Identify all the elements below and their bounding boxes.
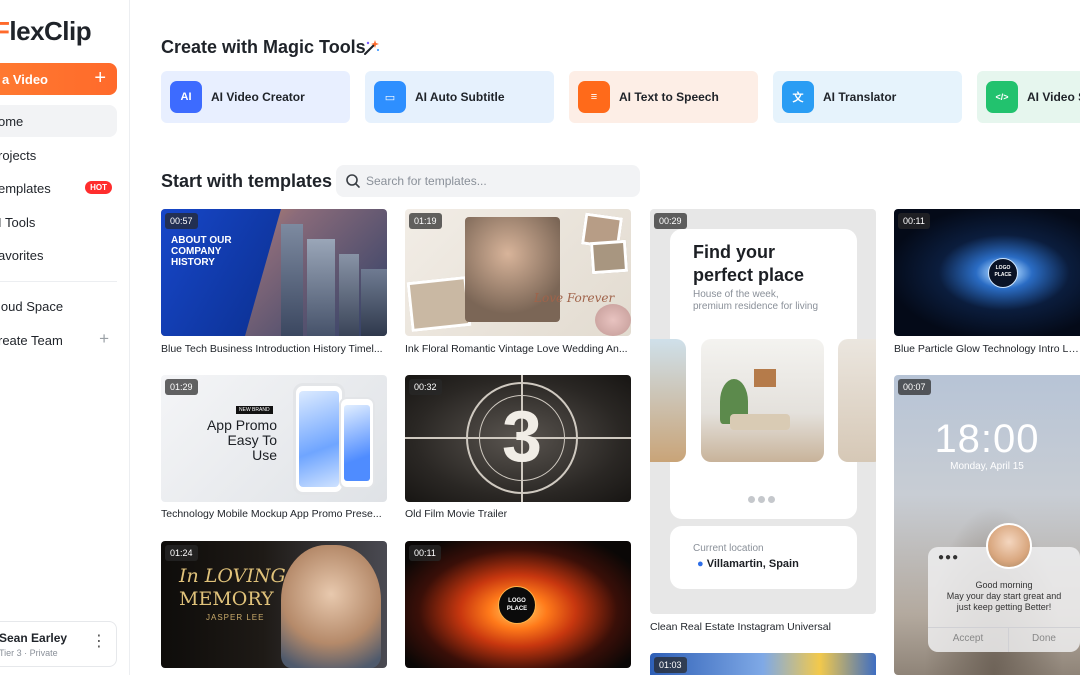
tool-label: AI Translator — [823, 90, 897, 104]
template-card-party[interactable]: 01:03 — [650, 653, 876, 675]
duration-badge: 00:29 — [654, 213, 687, 229]
tool-label: AI Text to Speech — [619, 90, 719, 104]
sidebar-item-cloud-space[interactable]: loud Space — [0, 290, 117, 322]
template-card-fire-logo[interactable]: LOGO PLACE 00:11 — [405, 541, 631, 668]
tool-ai-auto-subtitle[interactable]: ▭ AI Auto Subtitle — [365, 71, 554, 123]
add-team-icon[interactable]: + — [99, 329, 109, 349]
search-icon — [346, 174, 360, 188]
hot-badge: HOT — [85, 181, 112, 194]
thumbnail-date: Monday, April 15 — [950, 461, 1024, 472]
template-card-old-film[interactable]: 3 00:32 Old Film Movie Trailer — [405, 375, 631, 525]
sidebar-item-label: ome — [0, 113, 24, 129]
duration-badge: 00:07 — [898, 379, 931, 395]
tool-ai-translator[interactable]: 文 AI Translator — [773, 71, 962, 123]
sidebar-item-label: rojects — [0, 147, 37, 163]
template-title: Old Film Movie Trailer — [405, 508, 508, 520]
template-title: Ink Floral Romantic Vintage Love Wedding… — [405, 343, 628, 355]
subtitle-icon: ▭ — [374, 81, 406, 113]
sidebar-item-templates[interactable]: emplates HOT — [0, 172, 117, 204]
speech-icon: ≡ — [578, 81, 610, 113]
translate-icon: 文 — [782, 81, 814, 113]
thumbnail-headline: App Promo Easy To Use — [206, 417, 277, 463]
template-title: Technology Mobile Mockup App Promo Prese… — [161, 508, 382, 520]
template-title: Clean Real Estate Instagram Universal — [650, 621, 831, 633]
duration-badge: 01:24 — [165, 545, 198, 561]
flexclip-logo[interactable]: FlexClip — [0, 16, 92, 47]
sidebar-item-favorites[interactable]: avorites — [0, 239, 117, 271]
thumbnail-countdown: 3 — [501, 397, 543, 477]
thumbnail-name: JASPER LEE — [206, 613, 265, 622]
duration-badge: 00:32 — [409, 379, 442, 395]
thumbnail-accept: Accept — [952, 633, 984, 644]
thumbnail-done: Done — [1032, 633, 1056, 644]
thumbnail-tag: NEW BRAND — [236, 406, 273, 414]
more-dots-icon: ●●● — [938, 552, 960, 563]
thumbnail-location-label: Current location — [693, 543, 764, 554]
logo-initial: F — [0, 16, 10, 46]
duration-badge: 00:11 — [409, 545, 441, 561]
user-name: Sean Earley — [0, 631, 68, 645]
sidebar-item-home[interactable]: ome — [0, 105, 117, 137]
template-search-input[interactable] — [366, 165, 626, 197]
thumbnail-message: Good morning May your day start great and… — [946, 580, 1062, 612]
duration-badge: 01:29 — [165, 379, 198, 395]
logo-text: lexClip — [9, 16, 92, 46]
sidebar-item-projects[interactable]: rojects — [0, 139, 117, 171]
tool-label: AI Auto Subtitle — [415, 90, 505, 104]
magic-tools-title: Create with Magic Tools — [161, 37, 366, 57]
tool-ai-text-to-speech[interactable]: ≡ AI Text to Speech — [569, 71, 758, 123]
sidebar: FlexClip a Video + ome rojects emplates … — [0, 0, 130, 675]
tool-label: AI Video S — [1027, 90, 1080, 104]
template-thumbnail: 18:00 Monday, April 15 ●●● Good morning M… — [894, 375, 1080, 675]
create-video-button[interactable]: a Video + — [0, 63, 117, 95]
thumbnail-clock: 18:00 — [934, 417, 1040, 461]
sidebar-item-label: emplates — [0, 180, 51, 196]
template-card-real-estate[interactable]: Find your perfect place House of the week… — [650, 209, 876, 639]
flexclip-app: FlexClip a Video + ome rojects emplates … — [0, 0, 1080, 675]
template-title: Blue Particle Glow Technology Intro Logo — [894, 343, 1080, 355]
user-card[interactable]: Sean Earley Tier 3 · Private ⋮ — [0, 621, 117, 667]
magic-wand-icon — [364, 40, 379, 55]
template-search — [336, 165, 640, 197]
tool-label: AI Video Creator — [211, 90, 305, 104]
thumbnail-text: ABOUT OUR COMPANY HISTORY — [171, 235, 232, 268]
sidebar-item-label: I Tools — [0, 214, 36, 230]
sidebar-divider — [0, 281, 117, 282]
sidebar-item-label: reate Team — [0, 332, 63, 348]
thumbnail-headline: In LOVING MEMORY — [179, 565, 286, 610]
duration-badge: 00:57 — [165, 213, 198, 229]
template-card-loving-memory[interactable]: In LOVING MEMORY JASPER LEE 01:24 — [161, 541, 387, 668]
thumbnail-location: ● Villamartin, Spain — [697, 558, 799, 570]
thumbnail-logo-text: LOGO PLACE — [506, 598, 528, 612]
templates-title: Start with templates — [161, 171, 333, 191]
more-options-icon[interactable]: ⋮ — [91, 634, 107, 650]
create-video-label: a Video — [2, 71, 49, 87]
template-card-app-promo[interactable]: NEW BRAND App Promo Easy To Use 01:29 Tec… — [161, 375, 387, 525]
template-card-floral-wedding[interactable]: Love Forever 01:19 Ink Floral Romantic V… — [405, 209, 631, 359]
user-plan: Tier 3 · Private — [0, 648, 58, 658]
sidebar-item-create-team[interactable]: reate Team + — [0, 324, 117, 356]
sidebar-item-ai-tools[interactable]: I Tools — [0, 206, 117, 238]
tool-ai-video-creator[interactable]: AI AI Video Creator — [161, 71, 350, 123]
map-pin-icon: ● — [697, 558, 704, 570]
template-card-blue-tech[interactable]: ABOUT OUR COMPANY HISTORY 00:57 Blue Tech … — [161, 209, 387, 359]
template-card-blue-particle[interactable]: LOGO PLACE 00:11 Blue Particle Glow Techn… — [894, 209, 1080, 359]
duration-badge: 01:03 — [654, 657, 687, 673]
thumbnail-subtext: House of the week, premium residence for … — [693, 289, 819, 312]
template-title: Blue Tech Business Introduction History … — [161, 343, 383, 355]
thumbnail-text: Love Forever — [534, 291, 615, 305]
duration-badge: 00:11 — [898, 213, 930, 229]
code-icon: </> — [986, 81, 1018, 113]
thumbnail-headline: Find your perfect place — [693, 242, 805, 285]
sidebar-item-label: loud Space — [0, 298, 64, 314]
sidebar-item-label: avorites — [0, 247, 44, 263]
template-card-lock-screen[interactable]: 18:00 Monday, April 15 ●●● Good morning M… — [894, 375, 1080, 675]
template-thumbnail: Find your perfect place House of the week… — [650, 209, 876, 614]
thumbnail-logo-text: LOGO PLACE — [994, 265, 1012, 278]
ai-video-icon: AI — [170, 81, 202, 113]
plus-icon: + — [94, 67, 106, 89]
tool-ai-video-script[interactable]: </> AI Video S — [977, 71, 1080, 123]
duration-badge: 01:19 — [409, 213, 442, 229]
